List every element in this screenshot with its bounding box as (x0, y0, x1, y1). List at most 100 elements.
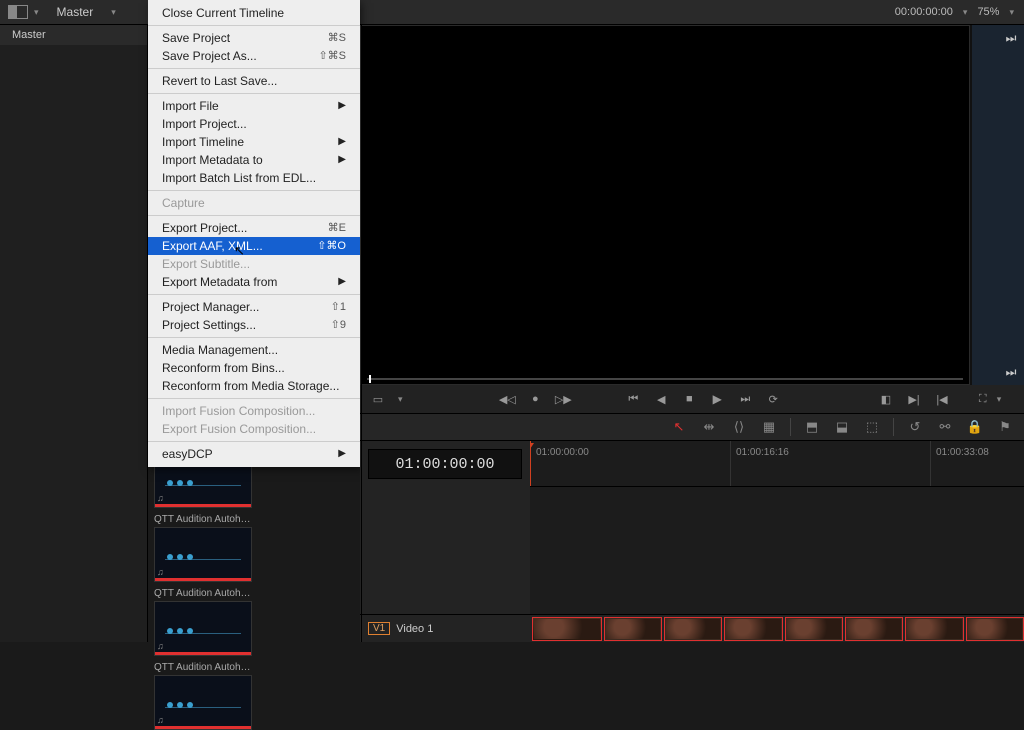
submenu-arrow-icon: ▶ (338, 135, 346, 149)
menu-revert[interactable]: Revert to Last Save... (148, 72, 360, 90)
chevron-down-icon[interactable]: ▾ (997, 394, 1002, 405)
pool-tab-master[interactable]: Master (45, 1, 106, 23)
skip-forward-icon[interactable]: ⏭ (1002, 31, 1020, 45)
timeline-clip[interactable] (845, 617, 903, 641)
menu-import-timeline[interactable]: Import Timeline▶ (148, 133, 360, 151)
submenu-arrow-icon: ▶ (338, 447, 346, 461)
menu-export-subtitle: Export Subtitle... (148, 255, 360, 273)
menu-media-management[interactable]: Media Management... (148, 341, 360, 359)
panel-resizer[interactable] (360, 25, 364, 642)
overwrite-tool-icon[interactable]: ⬒ (803, 418, 821, 436)
timeline-ruler[interactable]: 01:00:00:00 01:00:16:16 01:00:33:08 (530, 441, 1024, 487)
submenu-arrow-icon: ▶ (338, 99, 346, 113)
viewer-mode-icon[interactable]: ▭ (370, 391, 386, 407)
menu-export-aaf-xml[interactable]: Export AAF, XML...⇧⌘O (148, 237, 360, 255)
timeline-clip[interactable] (532, 617, 602, 641)
ruler-mark: 01:00:16:16 (736, 447, 789, 458)
prev-edit-icon[interactable]: |◀ (934, 391, 950, 407)
menu-capture: Capture (148, 194, 360, 212)
menu-close-timeline[interactable]: Close Current Timeline (148, 4, 360, 22)
timeline-timecode-display[interactable]: 01:00:00:00 (368, 449, 522, 479)
menu-reconform-bins[interactable]: Reconform from Bins... (148, 359, 360, 377)
timeline-panel: 01:00:00:00 V1 Video 1 01:00:00:00 01:00… (360, 441, 1024, 642)
menu-export-metadata[interactable]: Export Metadata from▶ (148, 273, 360, 291)
submenu-arrow-icon: ▶ (338, 153, 346, 167)
ruler-mark: 01:00:33:08 (936, 447, 989, 458)
video-track-lane[interactable] (530, 614, 1024, 642)
go-end-icon[interactable]: ⏭ (737, 391, 753, 407)
ruler-mark: 01:00:00:00 (536, 447, 589, 458)
program-viewer-sliver[interactable]: ⏭ ⏭ (972, 25, 1024, 385)
menu-export-project[interactable]: Export Project...⌘E (148, 219, 360, 237)
menu-export-fusion: Export Fusion Composition... (148, 420, 360, 438)
replace-tool-icon[interactable]: ⬓ (833, 418, 851, 436)
clip-thumbnail[interactable]: QTT Audition Autohe... (154, 514, 252, 582)
last-frame-icon[interactable]: ▷▶ (555, 391, 571, 407)
submenu-arrow-icon: ▶ (338, 275, 346, 289)
trim-tool-icon[interactable]: ⇹ (700, 418, 718, 436)
timeline-clip[interactable] (724, 617, 782, 641)
menu-import-fusion: Import Fusion Composition... (148, 402, 360, 420)
loop-icon[interactable]: ⟳ (765, 391, 781, 407)
match-frame-icon[interactable]: ◧ (878, 391, 894, 407)
bin-sidebar: Master (0, 25, 148, 642)
marker-dot-icon[interactable]: ● (527, 391, 543, 407)
timeline-track-headers: 01:00:00:00 V1 Video 1 (360, 441, 530, 642)
menu-project-manager[interactable]: Project Manager...⇧1 (148, 298, 360, 316)
go-start-icon[interactable]: ⏮ (625, 391, 641, 407)
play-reverse-icon[interactable]: ◀ (653, 391, 669, 407)
lock-icon[interactable]: 🔒 (966, 418, 984, 436)
timeline-clip[interactable] (785, 617, 843, 641)
clip-label: QTT Audition Autohe... (154, 514, 252, 525)
viewer-timecode-right[interactable]: 00:00:00:00 (895, 6, 953, 18)
snap-icon[interactable]: ↺ (906, 418, 924, 436)
menu-import-batch[interactable]: Import Batch List from EDL... (148, 169, 360, 187)
chevron-down-icon[interactable]: ▾ (34, 7, 39, 18)
expand-icon[interactable]: ⛶ (975, 391, 991, 407)
main-area: ⏭ ⏭ ▭ ▾ ◀◁ ● ▷▶ ⏮ ◀ ■ ▶ ⏭ ⟳ ◧ ▶| |◀ ⛶ ▾ … (360, 25, 1024, 642)
clip-thumbnail[interactable]: QTT Audition Autohe... (154, 662, 252, 730)
viewer-zoom-right[interactable]: 75% (977, 6, 999, 18)
clip-label: QTT Audition Autohe... (154, 588, 252, 599)
track-badge[interactable]: V1 (368, 622, 390, 635)
menu-easydcp[interactable]: easyDCP▶ (148, 445, 360, 463)
skip-forward-icon[interactable]: ⏭ (1002, 365, 1020, 379)
clip-thumbnail[interactable]: QTT Audition Autohe... (154, 588, 252, 656)
timeline-clip[interactable] (905, 617, 963, 641)
track-name-label: Video 1 (396, 623, 433, 635)
topbar-layout-group: ▾ Master ▾ (0, 1, 148, 23)
insert-tool-icon[interactable]: ▦ (760, 418, 778, 436)
stop-icon[interactable]: ■ (681, 391, 697, 407)
playhead[interactable] (530, 441, 531, 486)
timeline-canvas[interactable]: 01:00:00:00 01:00:16:16 01:00:33:08 (530, 441, 1024, 642)
layout-icon[interactable] (8, 5, 28, 19)
next-edit-icon[interactable]: ▶| (906, 391, 922, 407)
link-icon[interactable]: ⚯ (936, 418, 954, 436)
timeline-clip[interactable] (664, 617, 722, 641)
chevron-down-icon[interactable]: ▾ (111, 7, 116, 18)
blade-tool-icon[interactable]: ⟨⟩ (730, 418, 748, 436)
menu-save-project[interactable]: Save Project⌘S (148, 29, 360, 47)
chevron-down-icon[interactable]: ▾ (1009, 7, 1014, 18)
timeline-clip[interactable] (966, 617, 1024, 641)
chevron-down-icon[interactable]: ▾ (398, 394, 403, 405)
first-frame-icon[interactable]: ◀◁ (499, 391, 515, 407)
menu-project-settings[interactable]: Project Settings...⇧9 (148, 316, 360, 334)
menu-import-metadata[interactable]: Import Metadata to▶ (148, 151, 360, 169)
timeline-toolbar: ↖ ⇹ ⟨⟩ ▦ ⬒ ⬓ ⬚ ↺ ⚯ 🔒 ⚑ (360, 413, 1024, 441)
timeline-clip[interactable] (604, 617, 662, 641)
flag-icon[interactable]: ⚑ (996, 418, 1014, 436)
menu-reconform-media[interactable]: Reconform from Media Storage... (148, 377, 360, 395)
video-track-header[interactable]: V1 Video 1 (360, 614, 530, 642)
chevron-down-icon[interactable]: ▾ (963, 7, 968, 18)
menu-import-file[interactable]: Import File▶ (148, 97, 360, 115)
clip-label: QTT Audition Autohe... (154, 662, 252, 673)
bin-tab-master[interactable]: Master (0, 25, 147, 45)
file-context-menu: Close Current Timeline Save Project⌘S Sa… (148, 0, 360, 467)
play-icon[interactable]: ▶ (709, 391, 725, 407)
menu-save-project-as[interactable]: Save Project As...⇧⌘S (148, 47, 360, 65)
source-viewer[interactable] (360, 25, 970, 385)
menu-import-project[interactable]: Import Project... (148, 115, 360, 133)
fit-tool-icon[interactable]: ⬚ (863, 418, 881, 436)
arrow-tool-icon[interactable]: ↖ (670, 418, 688, 436)
